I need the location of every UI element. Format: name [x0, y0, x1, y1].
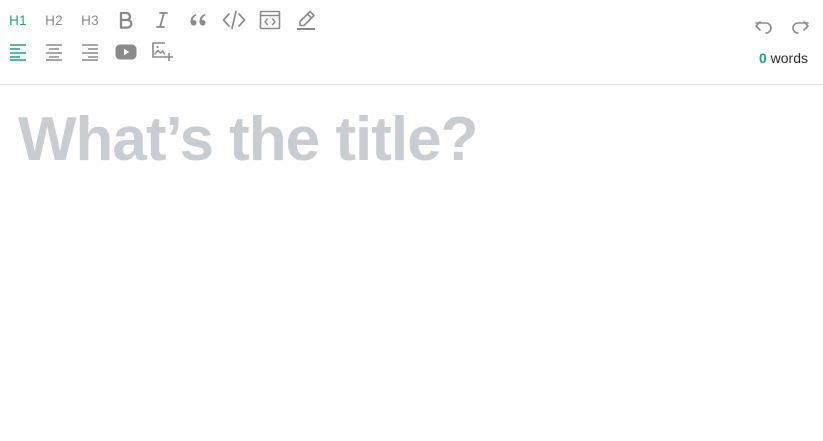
heading-1-label: H1: [9, 12, 27, 28]
code-block-icon: [259, 10, 281, 30]
editor: H1 H2 H3 0 words What’s the title?: [0, 0, 823, 441]
align-right-button[interactable]: [75, 38, 105, 66]
code-block-button[interactable]: [255, 6, 285, 34]
undo-icon: [755, 21, 772, 34]
word-count-label: words: [770, 50, 808, 66]
bold-button[interactable]: [111, 6, 141, 34]
add-image-button[interactable]: [147, 38, 177, 66]
undo-button[interactable]: [749, 13, 779, 41]
bold-icon: [119, 11, 133, 29]
video-button[interactable]: [111, 38, 141, 66]
highlight-button[interactable]: [291, 6, 321, 34]
word-count-number: 0: [758, 50, 767, 66]
heading-3-label: H3: [81, 12, 99, 28]
align-left-icon: [10, 44, 26, 61]
italic-button[interactable]: [147, 6, 177, 34]
redo-button[interactable]: [785, 13, 815, 41]
heading-2-label: H2: [45, 12, 63, 28]
align-left-button[interactable]: [3, 38, 33, 66]
quote-button[interactable]: [183, 6, 213, 34]
toolbar: H1 H2 H3 0 words: [0, 0, 823, 85]
youtube-icon: [115, 44, 137, 60]
heading-3-button[interactable]: H3: [75, 6, 105, 34]
word-count: 0 words: [759, 50, 808, 66]
redo-icon: [792, 21, 809, 34]
add-image-icon: [152, 42, 173, 61]
align-center-button[interactable]: [39, 38, 69, 66]
title-input[interactable]: [18, 100, 808, 178]
editor-body[interactable]: [18, 190, 808, 430]
quote-icon: [190, 14, 206, 26]
align-right-icon: [82, 44, 98, 61]
heading-1-button[interactable]: H1: [3, 6, 33, 34]
align-center-icon: [46, 44, 62, 61]
code-button[interactable]: [219, 6, 249, 34]
code-icon: [222, 10, 246, 30]
italic-icon: [156, 12, 168, 28]
highlighter-icon: [297, 10, 315, 30]
heading-2-button[interactable]: H2: [39, 6, 69, 34]
